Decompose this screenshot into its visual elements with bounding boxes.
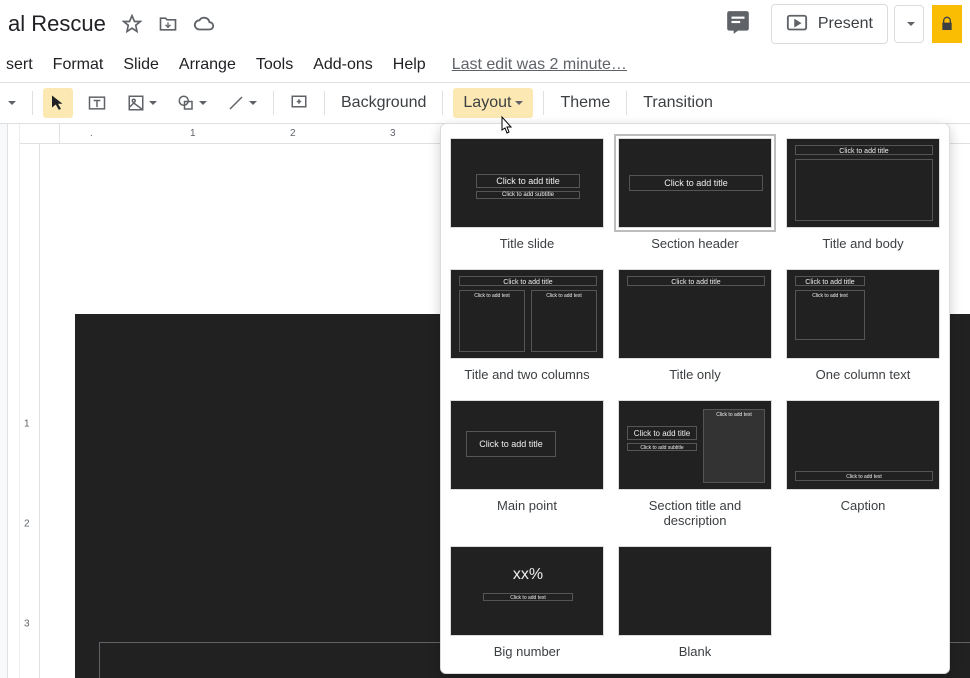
layout-option-label: Main point (449, 498, 605, 513)
panel-gap (8, 124, 20, 678)
image-tool[interactable] (121, 88, 163, 118)
layout-option-mp[interactable]: Click to add titleMain point (449, 400, 605, 528)
ruler-tick: 3 (24, 619, 30, 630)
chevron-down-icon (907, 22, 915, 26)
textbox-icon (87, 93, 107, 113)
separator (32, 91, 33, 115)
separator (324, 91, 325, 115)
layout-option-label: Caption (785, 498, 941, 513)
layout-option-blank[interactable]: Blank (617, 546, 773, 659)
line-tool[interactable] (221, 88, 263, 118)
layout-option-tb[interactable]: Click to add titleTitle and body (785, 138, 941, 251)
present-dropdown[interactable] (894, 5, 924, 43)
layout-option-section[interactable]: Click to add titleSection header (617, 138, 773, 251)
select-tool[interactable] (43, 88, 73, 118)
shape-tool[interactable] (171, 88, 213, 118)
layout-option-label: Blank (617, 644, 773, 659)
chevron-down-icon (515, 101, 523, 105)
cloud-icon[interactable] (192, 12, 216, 36)
layout-dropdown: Click to add titleClick to add subtitleT… (440, 123, 950, 674)
cursor-icon (49, 94, 67, 112)
last-edit-link[interactable]: Last edit was 2 minute… (452, 56, 627, 74)
menu-addons[interactable]: Add-ons (313, 56, 373, 74)
layout-option-label: Section title and description (617, 498, 773, 528)
layout-label: Layout (463, 94, 511, 112)
share-button[interactable] (932, 5, 962, 43)
menu-slide[interactable]: Slide (123, 56, 159, 74)
ruler-tick: 1 (24, 419, 30, 430)
layout-option-label: Section header (617, 236, 773, 251)
layout-option-oct[interactable]: Click to add titleClick to add textOne c… (785, 269, 941, 382)
line-icon (227, 94, 245, 112)
toolbar: Background Layout Theme Transition (0, 82, 970, 124)
add-comment-icon (290, 94, 308, 112)
theme-button[interactable]: Theme (550, 94, 620, 112)
ruler-corner (20, 124, 60, 144)
textbox-tool[interactable] (81, 88, 113, 118)
menu-help[interactable]: Help (393, 56, 426, 74)
image-icon (127, 94, 145, 112)
ruler-tick: 1 (190, 128, 196, 139)
layout-option-cap[interactable]: Click to add textCaption (785, 400, 941, 528)
document-title[interactable]: al Rescue (8, 11, 106, 37)
layout-button[interactable]: Layout (453, 88, 533, 118)
layout-option-label: Title and two columns (449, 367, 605, 382)
transition-button[interactable]: Transition (633, 94, 723, 112)
chevron-down-icon (249, 101, 257, 105)
move-folder-icon[interactable] (156, 12, 180, 36)
layout-option-bn[interactable]: xx%Click to add textBig number (449, 546, 605, 659)
ruler-tick: 3 (390, 128, 396, 139)
separator (273, 91, 274, 115)
layout-option-label: Title slide (449, 236, 605, 251)
menu-insert[interactable]: sert (6, 56, 33, 74)
ruler-vertical: 1 2 3 (20, 144, 40, 678)
layout-option-to[interactable]: Click to add titleTitle only (617, 269, 773, 382)
lock-icon (939, 16, 955, 32)
ruler-tick: . (90, 128, 93, 139)
layout-option-std[interactable]: Click to add titleClick to add subtitleC… (617, 400, 773, 528)
menu-tools[interactable]: Tools (256, 56, 293, 74)
chevron-down-icon (8, 101, 16, 105)
chevron-down-icon (149, 101, 157, 105)
layout-option-title[interactable]: Click to add titleClick to add subtitleT… (449, 138, 605, 251)
background-button[interactable]: Background (331, 94, 436, 112)
separator (442, 91, 443, 115)
filmstrip[interactable] (0, 124, 8, 678)
separator (543, 91, 544, 115)
ruler-tick: 2 (24, 519, 30, 530)
menubar: sert Format Slide Arrange Tools Add-ons … (0, 48, 970, 82)
layout-option-label: Big number (449, 644, 605, 659)
chevron-down-icon (199, 101, 207, 105)
ruler-tick: 2 (290, 128, 296, 139)
shape-icon (177, 94, 195, 112)
menu-arrange[interactable]: Arrange (179, 56, 236, 74)
star-icon[interactable] (120, 12, 144, 36)
separator (626, 91, 627, 115)
layout-option-label: Title and body (785, 236, 941, 251)
present-icon (786, 13, 808, 35)
layout-option-label: Title only (617, 367, 773, 382)
comment-icon[interactable] (725, 9, 771, 40)
layout-option-t2c[interactable]: Click to add titleClick to add textClick… (449, 269, 605, 382)
menu-format[interactable]: Format (53, 56, 104, 74)
layout-option-label: One column text (785, 367, 941, 382)
present-label: Present (818, 15, 873, 33)
comment-tool[interactable] (284, 88, 314, 118)
new-slide-dropdown[interactable] (0, 88, 22, 118)
present-button[interactable]: Present (771, 4, 888, 44)
